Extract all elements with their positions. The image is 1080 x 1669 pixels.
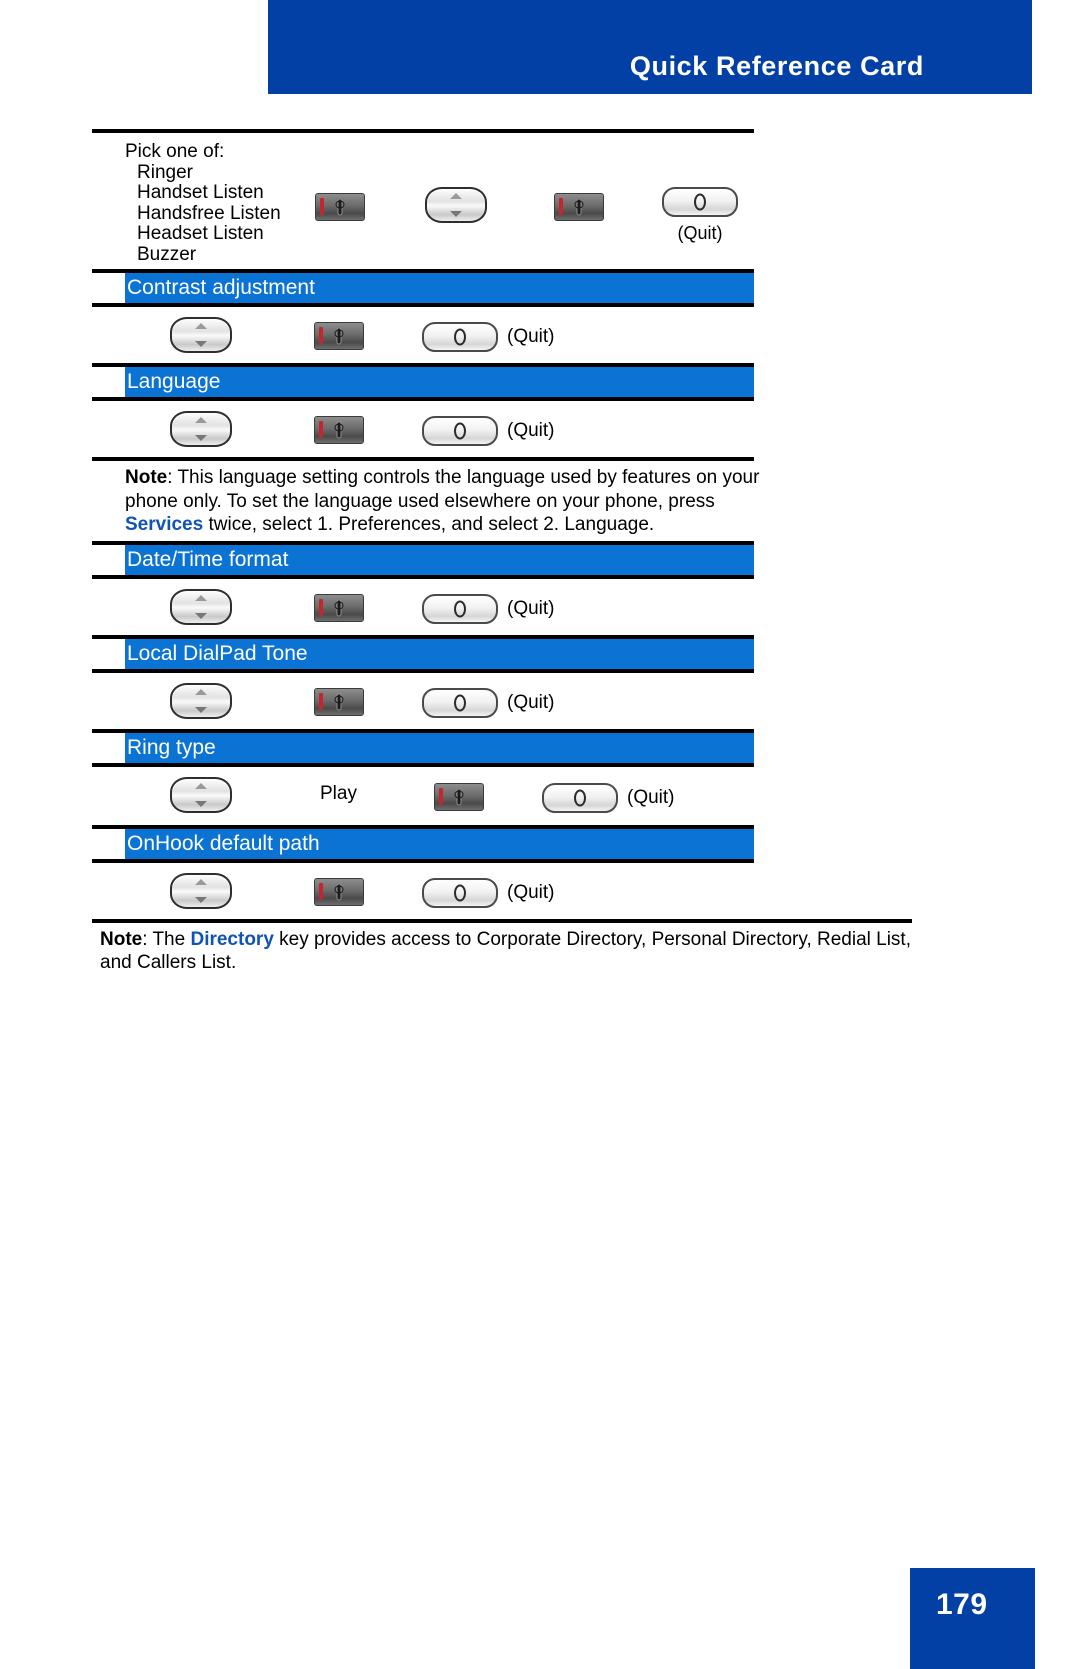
select-key-icon[interactable] (314, 416, 364, 444)
pick-one-of-icon-sequence: (Quit) (92, 181, 754, 244)
select-key-slot-1[interactable] (315, 193, 365, 226)
navigation-key-icon[interactable] (170, 317, 232, 353)
section-header-language: Language (92, 367, 912, 397)
step-row-language: (Quit) (92, 401, 912, 457)
section-header-contrast-adjustment: Contrast adjustment (92, 273, 912, 303)
header-bar: Quick Reference Card (268, 0, 1032, 94)
quit-key-icon[interactable] (422, 322, 498, 352)
page-title: Quick Reference Card (629, 51, 924, 81)
quit-key-icon[interactable] (542, 782, 618, 813)
quit-key-icon[interactable] (422, 877, 498, 908)
section-header-date-time-format: Date/Time format (92, 544, 912, 575)
quit-key-icon[interactable] (422, 687, 498, 718)
step-navigation-key[interactable] (170, 872, 232, 909)
step-label-play: Play (320, 782, 357, 804)
navigation-key-icon[interactable] (170, 872, 232, 909)
select-key-icon[interactable] (314, 687, 364, 716)
step-select-key[interactable] (314, 877, 364, 906)
step-quit-key[interactable]: (Quit) (422, 877, 555, 908)
step-quit-key[interactable]: (Quit) (422, 687, 555, 718)
navigation-key-icon[interactable] (170, 682, 232, 719)
page-number-block: 179 (910, 1568, 1035, 1669)
step-play-label: Play (320, 783, 357, 805)
step-label-quit: (Quit) (507, 326, 555, 347)
section-title: Date/Time format (127, 547, 289, 571)
step-label-quit: (Quit) (507, 881, 555, 903)
quit-key-slot-1[interactable]: (Quit) (662, 187, 738, 244)
select-key-icon[interactable] (434, 782, 484, 811)
step-select-key[interactable] (434, 782, 484, 811)
step-row-local-dialpad-tone: (Quit) (92, 673, 912, 729)
note-text-part2: twice, select 1. Preferences, and select… (203, 514, 655, 535)
pick-option-buzzer: Buzzer (137, 243, 197, 265)
select-key-icon[interactable] (554, 193, 604, 221)
note-text-part1: : This language setting controls the lan… (125, 467, 760, 512)
select-key-slot-2[interactable] (554, 193, 604, 226)
quit-key-icon[interactable] (422, 416, 498, 446)
directory-note: Note: The Directory key provides access … (92, 923, 912, 979)
navigation-key-icon[interactable] (170, 776, 232, 813)
select-key-icon[interactable] (315, 193, 365, 221)
quit-key-icon[interactable] (422, 593, 498, 624)
section-title: OnHook default path (127, 831, 320, 855)
step-navigation-key[interactable] (170, 411, 232, 447)
note-keyword-services: Services (125, 514, 204, 535)
step-quit-key[interactable]: (Quit) (422, 322, 555, 352)
note-label: Note (100, 928, 143, 950)
navigation-key-slot-1[interactable] (425, 187, 487, 228)
step-select-key[interactable] (314, 416, 364, 444)
step-label-quit: (Quit) (507, 597, 555, 619)
pick-one-of-lead: Pick one of: (125, 141, 225, 162)
select-key-icon[interactable] (314, 593, 364, 622)
step-navigation-key[interactable] (170, 588, 232, 625)
step-navigation-key[interactable] (170, 317, 232, 353)
step-select-key[interactable] (314, 687, 364, 716)
step-quit-key[interactable]: (Quit) (542, 782, 675, 813)
step-quit-key[interactable]: (Quit) (422, 416, 555, 446)
section-title: Local DialPad Tone (127, 641, 308, 665)
select-key-icon[interactable] (314, 877, 364, 906)
note-label: Note (125, 467, 168, 488)
language-note: Note: This language setting controls the… (92, 461, 765, 541)
step-quit-key[interactable]: (Quit) (422, 593, 555, 624)
step-select-key[interactable] (314, 593, 364, 622)
step-row-ring-type: Play (Quit) (92, 767, 912, 825)
note-keyword-directory: Directory (190, 928, 274, 950)
step-row-onhook-default-path: (Quit) (92, 863, 912, 919)
step-navigation-key[interactable] (170, 776, 232, 813)
navigation-key-icon[interactable] (170, 411, 232, 447)
step-row-contrast-adjustment: (Quit) (92, 307, 912, 363)
select-key-icon[interactable] (314, 322, 364, 350)
section-header-ring-type: Ring type (92, 732, 912, 763)
quick-reference-table: Pick one of: Ringer Handset Listen Hands… (92, 129, 912, 979)
step-label-quit: (Quit) (627, 786, 675, 808)
pick-one-of-block: Pick one of: Ringer Handset Listen Hands… (92, 133, 912, 269)
navigation-key-icon[interactable] (425, 187, 487, 223)
section-title: Contrast adjustment (127, 276, 315, 299)
step-navigation-key[interactable] (170, 682, 232, 719)
step-label-quit: (Quit) (507, 420, 555, 441)
navigation-key-icon[interactable] (170, 588, 232, 625)
quit-key-caption: (Quit) (677, 223, 723, 243)
section-title: Ring type (127, 735, 216, 759)
section-header-onhook-default-path: OnHook default path (92, 828, 912, 859)
page-number: 179 (936, 1588, 988, 1621)
quit-key-icon[interactable] (662, 187, 738, 217)
section-title: Language (127, 370, 221, 393)
step-row-date-time-format: (Quit) (92, 579, 912, 635)
step-label-quit: (Quit) (507, 691, 555, 713)
note-text-part1: : The (142, 928, 191, 950)
section-header-local-dialpad-tone: Local DialPad Tone (92, 638, 912, 669)
step-select-key[interactable] (314, 322, 364, 350)
